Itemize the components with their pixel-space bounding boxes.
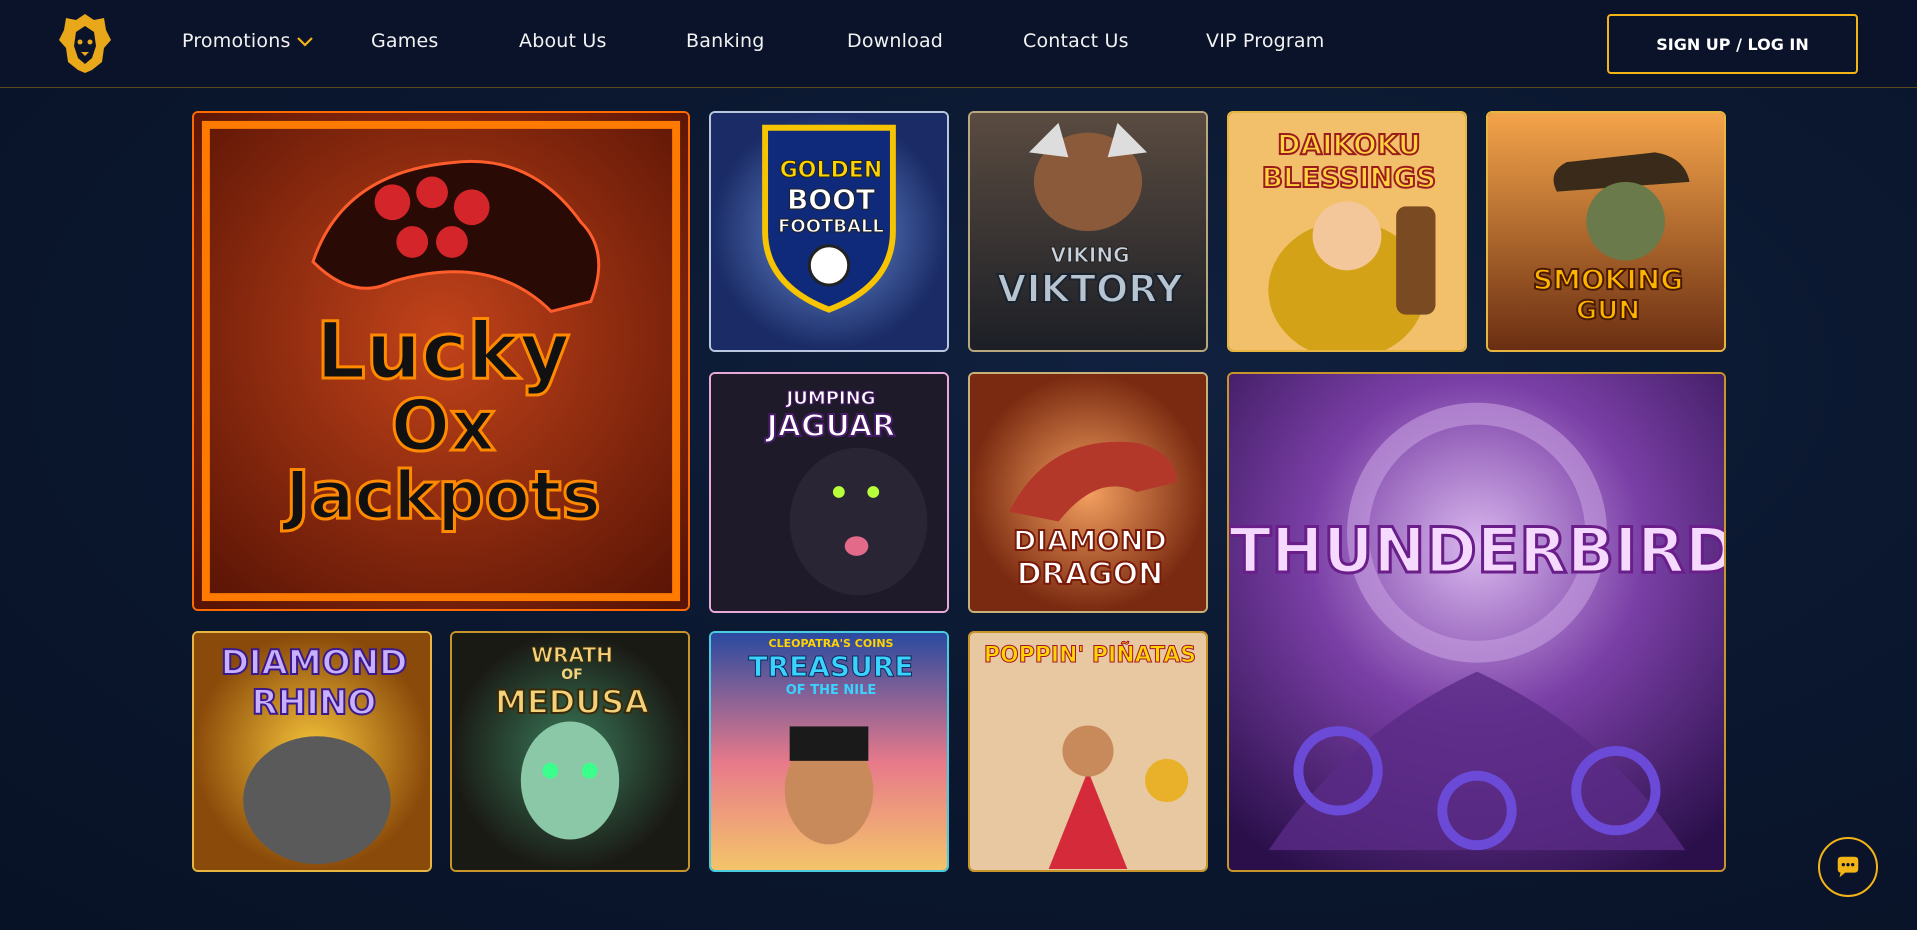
chat-bubble-icon[interactable]	[1818, 837, 1878, 897]
nav-vip-program[interactable]: VIP Program	[1206, 30, 1324, 52]
nav-promotions[interactable]: Promotions	[182, 30, 291, 52]
game-title-line1: Lucky	[314, 307, 571, 397]
game-title-line2: BOOT	[786, 183, 876, 217]
game-tile-poppin-pinatas[interactable]: POPPIN' PIÑATAS	[968, 631, 1208, 872]
game-title-line1: WRATH	[531, 643, 614, 668]
chevron-down-icon[interactable]	[296, 34, 314, 48]
game-title-line1: GOLDEN	[779, 158, 883, 184]
game-title-line1: DIAMOND	[220, 642, 409, 684]
game-title-line2: RHINO	[251, 682, 378, 724]
nav-download[interactable]: Download	[847, 30, 943, 52]
site-header: Promotions Games About Us Banking Downlo…	[0, 0, 1917, 88]
lion-head-icon[interactable]	[58, 12, 112, 74]
game-tile-daikoku-blessings[interactable]: DAIKOKU BLESSINGS	[1227, 111, 1467, 352]
game-title-line2: VIKTORY	[996, 266, 1184, 312]
game-title-line1: POPPIN' PIÑATAS	[983, 643, 1197, 669]
game-title-line1: THUNDERBIRD	[1229, 513, 1726, 589]
game-tile-viking-viktory[interactable]: VIKING VIKTORY	[968, 111, 1208, 352]
game-title-line2: TREASURE	[748, 650, 914, 684]
game-title-line2: BLESSINGS	[1261, 160, 1437, 195]
signup-login-button[interactable]: SIGN UP / LOG IN	[1607, 14, 1858, 74]
game-title-line1: CLEOPATRA'S COINS	[768, 637, 894, 650]
game-title-line1: VIKING	[1050, 243, 1130, 268]
game-tile-diamond-dragon[interactable]: DIAMOND DRAGON	[968, 372, 1208, 613]
nav-about-us[interactable]: About Us	[519, 30, 607, 52]
game-title-line2: OF	[561, 667, 583, 683]
game-tile-treasure-of-the-nile[interactable]: CLEOPATRA'S COINS TREASURE OF THE NILE	[709, 631, 949, 872]
game-tile-jumping-jaguar[interactable]: JUMPING JAGUAR	[709, 372, 949, 613]
game-title-line3: OF THE NILE	[785, 683, 877, 698]
game-tile-wrath-of-medusa[interactable]: WRATH OF MEDUSA	[450, 631, 690, 872]
game-tile-smoking-gun[interactable]: SMOKING GUN	[1486, 111, 1726, 352]
game-title-line2: DRAGON	[1016, 556, 1164, 593]
game-title-line2: GUN	[1575, 295, 1641, 327]
game-tile-thunderbird[interactable]: THUNDERBIRD	[1227, 372, 1726, 872]
game-tile-golden-boot-football[interactable]: GOLDEN BOOT FOOTBALL	[709, 111, 949, 352]
game-tile-lucky-ox-jackpots[interactable]: Lucky Ox Jackpots	[192, 111, 690, 611]
game-title-line1: DAIKOKU	[1276, 127, 1422, 162]
game-title-line1: JUMPING	[786, 388, 876, 410]
game-title-line3: FOOTBALL	[778, 216, 885, 238]
game-title-line2: JAGUAR	[766, 408, 897, 445]
nav-games[interactable]: Games	[371, 30, 438, 52]
game-title-line1: DIAMOND	[1012, 523, 1168, 558]
nav-banking[interactable]: Banking	[686, 30, 765, 52]
game-title-line3: Jackpots	[284, 457, 603, 534]
game-tile-diamond-rhino[interactable]: DIAMOND RHINO	[192, 631, 432, 872]
nav-contact-us[interactable]: Contact Us	[1023, 30, 1129, 52]
game-title-line2: Ox	[389, 385, 497, 467]
game-title-line1: SMOKING	[1532, 262, 1684, 297]
game-title-line3: MEDUSA	[494, 682, 650, 722]
